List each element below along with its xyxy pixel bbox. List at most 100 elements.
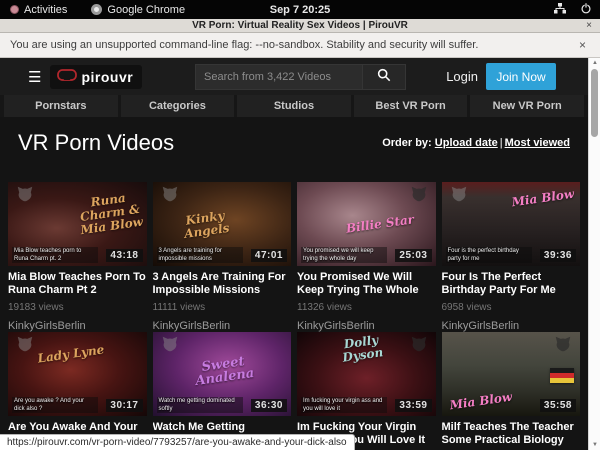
order-by: Order by: Upload date|Most viewed — [382, 137, 570, 149]
menu-icon[interactable]: ☰ — [28, 68, 41, 86]
video-card: Runa Charm & Mia Blow Mia Blow teaches p… — [8, 182, 147, 332]
scrollbar-down-icon[interactable]: ▼ — [589, 440, 600, 450]
video-card: Mia Blow Four is the perfect birthday pa… — [442, 182, 581, 332]
warning-infobar: You are using an unsupported command-lin… — [0, 33, 600, 58]
warning-close-icon[interactable]: × — [579, 38, 586, 52]
site-header: ☰ pirouvr Login Join Now — [0, 58, 588, 95]
thumbnail-overlay-title: Mia Blow — [507, 187, 578, 210]
video-thumbnail[interactable]: Kinky Angels 3 Angels are training for i… — [153, 182, 292, 266]
cat-mask-watermark-icon — [161, 186, 179, 207]
video-card: Dolly Dyson Im fucking your virgin ass a… — [297, 332, 436, 450]
video-card: Sweet Analena Watch me getting dominated… — [153, 332, 292, 450]
thumbnail-overlay-title: Kinky Angels — [169, 207, 242, 242]
login-link[interactable]: Login — [446, 69, 478, 84]
thumbnail-overlay-title: Lady Lyne — [35, 343, 106, 366]
cat-mask-watermark-icon — [410, 336, 428, 357]
nav-item-pornstars[interactable]: Pornstars — [4, 95, 118, 117]
site-logo[interactable]: pirouvr — [50, 65, 142, 89]
video-thumbnail[interactable]: Lady Lyne Are you awake ? And your dick … — [8, 332, 147, 416]
video-studio-link[interactable]: KinkyGirlsBerlin — [442, 320, 581, 332]
activities-icon — [10, 5, 19, 14]
duration-badge: 36:30 — [251, 399, 287, 412]
scrollbar-up-icon[interactable]: ▲ — [589, 58, 600, 68]
video-views: 11326 views — [297, 302, 436, 313]
video-thumbnail[interactable]: Mia Blow 35:58 — [442, 332, 581, 416]
video-studio-link[interactable]: KinkyGirlsBerlin — [297, 320, 436, 332]
thumbnail-overlay-title: Dolly Dyson — [326, 332, 399, 367]
video-title[interactable]: You Promised We Will Keep Trying The Who… — [297, 271, 436, 297]
cat-mask-watermark-icon — [161, 336, 179, 357]
thumbnail-overlay-title: Runa Charm & Mia Blow — [72, 189, 146, 237]
order-by-separator: | — [498, 137, 505, 149]
main-nav: Pornstars Categories Studios Best VR Por… — [0, 95, 588, 117]
join-now-button[interactable]: Join Now — [486, 63, 556, 90]
german-flag-icon — [550, 368, 574, 383]
tab-close-icon[interactable]: × — [586, 21, 592, 31]
status-url-text: https://pirouvr.com/vr-porn-video/779325… — [7, 437, 347, 448]
cat-mask-watermark-icon — [450, 186, 468, 207]
warning-text: You are using an unsupported command-lin… — [0, 39, 478, 51]
duration-badge: 43:18 — [106, 249, 142, 262]
nav-item-new-vr-porn[interactable]: New VR Porn — [470, 95, 584, 117]
search-input[interactable] — [195, 64, 362, 90]
status-url-bubble: https://pirouvr.com/vr-porn-video/779325… — [0, 434, 355, 450]
video-title[interactable]: Mia Blow Teaches Porn To Runa Charm Pt 2 — [8, 271, 147, 297]
duration-badge: 47:01 — [251, 249, 287, 262]
thumbnail-overlay-title: Billie Star — [344, 213, 415, 236]
order-by-label: Order by: — [382, 137, 432, 149]
tab-title[interactable]: VR Porn: Virtual Reality Sex Videos | Pi… — [192, 20, 408, 31]
duration-badge: 30:17 — [106, 399, 142, 412]
video-card: Kinky Angels 3 Angels are training for i… — [153, 182, 292, 332]
page-title: VR Porn Videos — [18, 130, 174, 156]
clock[interactable]: Sep 7 20:25 — [270, 4, 331, 16]
activities-button[interactable]: Activities — [10, 4, 67, 16]
page-viewport: ☰ pirouvr Login Join Now Pornstars — [0, 58, 588, 450]
nav-item-categories[interactable]: Categories — [121, 95, 235, 117]
cat-mask-watermark-icon — [16, 186, 34, 207]
system-top-bar: Activities Google Chrome Sep 7 20:25 — [0, 0, 600, 19]
video-studio-link[interactable]: KinkyGirlsBerlin — [8, 320, 147, 332]
thumbnail-caption: Mia Blow teaches porn to Runa Charm pt. … — [12, 247, 98, 263]
duration-badge: 33:59 — [395, 399, 431, 412]
video-thumbnail[interactable]: Sweet Analena Watch me getting dominated… — [153, 332, 292, 416]
search-bar — [195, 64, 406, 90]
duration-badge: 35:58 — [540, 399, 576, 412]
video-views: 19183 views — [8, 302, 147, 313]
thumbnail-overlay-title: Sweet Analena — [187, 353, 260, 388]
content-area: VR Porn Videos Order by: Upload date|Mos… — [0, 117, 588, 450]
video-thumbnail[interactable]: Runa Charm & Mia Blow Mia Blow teaches p… — [8, 182, 147, 266]
thumbnail-overlay-title: Mia Blow — [445, 390, 516, 413]
video-card: Billie Star You promised we will keep tr… — [297, 182, 436, 332]
nav-item-studios[interactable]: Studios — [237, 95, 351, 117]
video-card: Lady Lyne Are you awake ? And your dick … — [8, 332, 147, 450]
order-by-upload-date-link[interactable]: Upload date — [435, 137, 498, 149]
screen: Activities Google Chrome Sep 7 20:25 VR … — [0, 0, 600, 450]
video-grid: Runa Charm & Mia Blow Mia Blow teaches p… — [8, 182, 580, 450]
cat-mask-watermark-icon — [410, 186, 428, 207]
video-views: 11111 views — [153, 302, 292, 313]
page-scrollbar[interactable]: ▲ ▼ — [588, 58, 600, 450]
order-by-most-viewed-link[interactable]: Most viewed — [505, 137, 570, 149]
app-menu-button[interactable]: Google Chrome — [91, 4, 185, 16]
vr-headset-icon — [57, 68, 77, 86]
cat-mask-watermark-icon — [554, 336, 572, 357]
video-title[interactable]: Milf Teaches The Teacher Some Practical … — [442, 421, 581, 447]
video-studio-link[interactable]: KinkyGirlsBerlin — [153, 320, 292, 332]
search-button[interactable] — [362, 64, 406, 90]
thumbnail-caption: 3 Angels are training for impossible mis… — [157, 247, 243, 263]
video-title[interactable]: 3 Angels Are Training For Impossible Mis… — [153, 271, 292, 297]
nav-item-best-vr-porn[interactable]: Best VR Porn — [354, 95, 468, 117]
video-thumbnail[interactable]: Mia Blow Four is the perfect birthday pa… — [442, 182, 581, 266]
video-card: Mia Blow 35:58 Milf Teaches The Teacher … — [442, 332, 581, 450]
thumbnail-caption: Are you awake ? And your dick also ? — [12, 397, 98, 413]
video-thumbnail[interactable]: Billie Star You promised we will keep tr… — [297, 182, 436, 266]
network-icon[interactable] — [554, 3, 566, 17]
video-thumbnail[interactable]: Dolly Dyson Im fucking your virgin ass a… — [297, 332, 436, 416]
video-title[interactable]: Four Is The Perfect Birthday Party For M… — [442, 271, 581, 297]
thumbnail-caption: You promised we will keep trying the who… — [301, 247, 387, 263]
cat-mask-watermark-icon — [16, 336, 34, 357]
duration-badge: 25:03 — [395, 249, 431, 262]
scrollbar-thumb[interactable] — [591, 69, 598, 137]
power-icon[interactable] — [580, 2, 592, 17]
thumbnail-caption: Watch me getting dominated softly — [157, 397, 243, 413]
